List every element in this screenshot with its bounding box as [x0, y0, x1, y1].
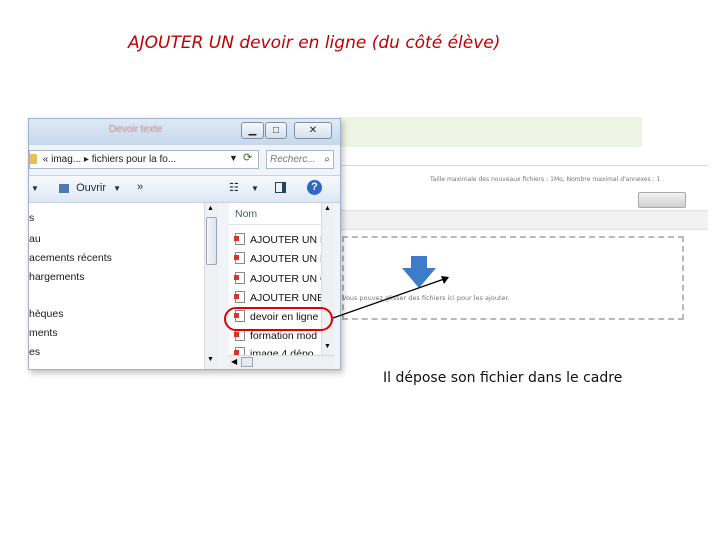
drag-pointer-arrow	[332, 276, 449, 319]
slide-caption: Il dépose son fichier dans le cadre	[383, 370, 623, 386]
